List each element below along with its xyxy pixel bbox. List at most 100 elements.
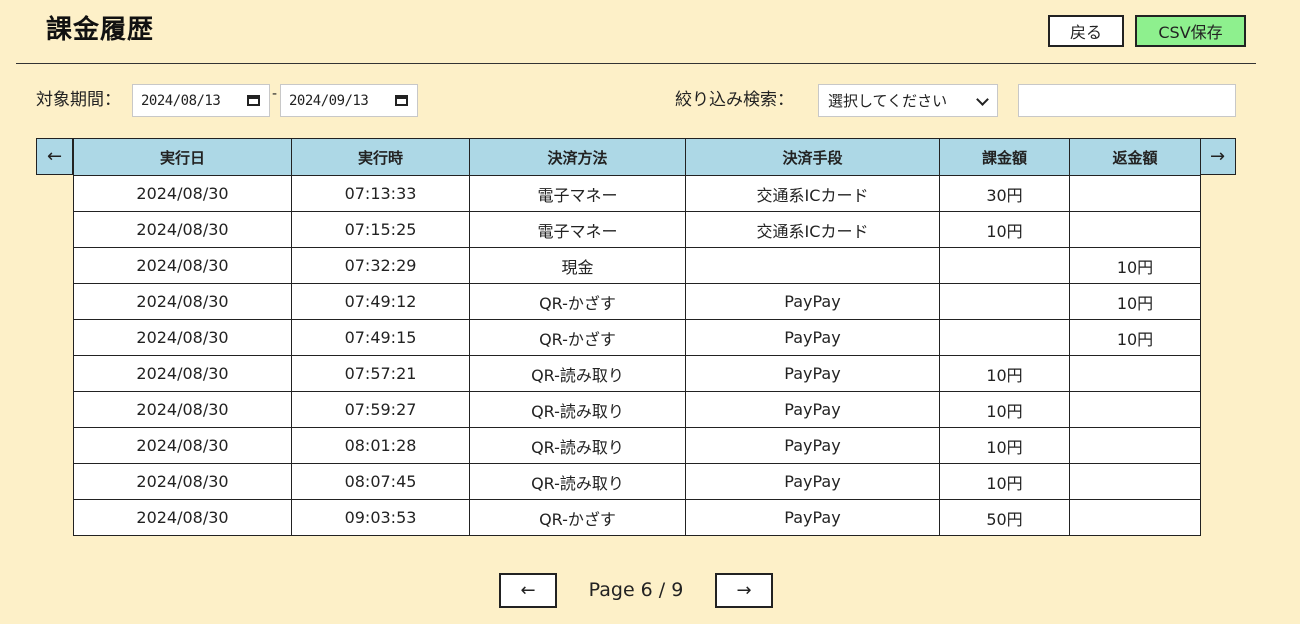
- cell-time: 08:07:45: [291, 463, 470, 500]
- cell-charge-amount: [939, 247, 1070, 284]
- cell-time: 07:57:21: [291, 355, 470, 392]
- column-scroll-right-button[interactable]: →: [1199, 138, 1236, 175]
- title-divider: [16, 63, 1256, 64]
- cell-payment-means: PayPay: [685, 355, 940, 392]
- cell-time: 07:49:12: [291, 283, 470, 320]
- filter-label: 絞り込み検索：: [675, 90, 794, 110]
- table-header-row: 実行日 実行時 決済方法 決済手段 課金額 返金額: [73, 138, 1201, 176]
- cell-payment-means: PayPay: [685, 463, 940, 500]
- next-page-button[interactable]: →: [715, 573, 773, 608]
- cell-charge-amount: 10円: [939, 427, 1070, 464]
- cell-date: 2024/08/30: [73, 247, 292, 284]
- cell-date: 2024/08/30: [73, 499, 292, 536]
- cell-refund-amount: [1069, 463, 1201, 500]
- cell-date: 2024/08/30: [73, 211, 292, 248]
- cell-payment-method: QR-かざす: [469, 499, 686, 536]
- cell-charge-amount: 10円: [939, 211, 1070, 248]
- back-button[interactable]: 戻る: [1048, 15, 1124, 47]
- cell-refund-amount: 10円: [1069, 283, 1201, 320]
- cell-refund-amount: [1069, 427, 1201, 464]
- calendar-icon[interactable]: [247, 95, 260, 106]
- cell-refund-amount: [1069, 175, 1201, 212]
- cell-charge-amount: [939, 283, 1070, 320]
- page-indicator: Page 6 / 9: [588, 579, 684, 601]
- cell-charge-amount: 10円: [939, 355, 1070, 392]
- cell-payment-method: QR-読み取り: [469, 427, 686, 464]
- column-header-payment-method: 決済方法: [469, 138, 686, 176]
- cell-date: 2024/08/30: [73, 391, 292, 428]
- cell-payment-method: QR-読み取り: [469, 463, 686, 500]
- table-row: 2024/08/30 07:32:29 現金 10円: [73, 247, 1201, 284]
- cell-time: 07:13:33: [291, 175, 470, 212]
- filter-select[interactable]: 選択してください: [818, 84, 998, 117]
- cell-refund-amount: 10円: [1069, 247, 1201, 284]
- cell-charge-amount: 10円: [939, 463, 1070, 500]
- cell-time: 07:15:25: [291, 211, 470, 248]
- table-body: 2024/08/30 07:13:33 電子マネー 交通系ICカード 30円 2024/0…: [73, 175, 1201, 536]
- previous-page-button[interactable]: ←: [499, 573, 557, 608]
- period-label: 対象期間：: [36, 90, 121, 110]
- cell-payment-means: PayPay: [685, 499, 940, 536]
- table-row: 2024/08/30 07:15:25 電子マネー 交通系ICカード 10円: [73, 211, 1201, 248]
- date-to-input[interactable]: 2024/09/13: [280, 84, 418, 117]
- cell-charge-amount: 10円: [939, 391, 1070, 428]
- cell-charge-amount: 30円: [939, 175, 1070, 212]
- cell-time: 08:01:28: [291, 427, 470, 464]
- table-row: 2024/08/30 08:01:28 QR-読み取り PayPay 10円: [73, 427, 1201, 464]
- cell-payment-method: QR-読み取り: [469, 391, 686, 428]
- date-separator: -: [272, 86, 278, 102]
- table-row: 2024/08/30 07:57:21 QR-読み取り PayPay 10円: [73, 355, 1201, 392]
- cell-time: 09:03:53: [291, 499, 470, 536]
- column-header-time: 実行時: [291, 138, 470, 176]
- column-header-charge-amount: 課金額: [939, 138, 1070, 176]
- cell-date: 2024/08/30: [73, 319, 292, 356]
- csv-save-button[interactable]: CSV保存: [1135, 15, 1246, 47]
- cell-payment-method: 現金: [469, 247, 686, 284]
- column-header-refund-amount: 返金額: [1069, 138, 1201, 176]
- cell-date: 2024/08/30: [73, 283, 292, 320]
- billing-history-table: 実行日 実行時 決済方法 決済手段 課金額 返金額 2024/08/30 07:1…: [73, 138, 1201, 536]
- cell-date: 2024/08/30: [73, 175, 292, 212]
- cell-charge-amount: [939, 319, 1070, 356]
- filter-search-input[interactable]: [1018, 84, 1236, 117]
- cell-payment-means: PayPay: [685, 391, 940, 428]
- chevron-down-icon: [976, 93, 989, 106]
- cell-payment-method: QR-かざす: [469, 319, 686, 356]
- table-row: 2024/08/30 07:13:33 電子マネー 交通系ICカード 30円: [73, 175, 1201, 212]
- cell-payment-means: PayPay: [685, 319, 940, 356]
- column-header-date: 実行日: [73, 138, 292, 176]
- cell-date: 2024/08/30: [73, 463, 292, 500]
- table-row: 2024/08/30 09:03:53 QR-かざす PayPay 50円: [73, 499, 1201, 536]
- calendar-icon[interactable]: [395, 95, 408, 106]
- cell-refund-amount: [1069, 355, 1201, 392]
- table-row: 2024/08/30 08:07:45 QR-読み取り PayPay 10円: [73, 463, 1201, 500]
- cell-time: 07:59:27: [291, 391, 470, 428]
- cell-payment-means: 交通系ICカード: [685, 211, 940, 248]
- date-from-input[interactable]: 2024/08/13: [132, 84, 270, 117]
- column-header-payment-means: 決済手段: [685, 138, 940, 176]
- table-row: 2024/08/30 07:49:12 QR-かざす PayPay 10円: [73, 283, 1201, 320]
- cell-refund-amount: 10円: [1069, 319, 1201, 356]
- cell-time: 07:49:15: [291, 319, 470, 356]
- column-scroll-left-button[interactable]: ←: [36, 138, 73, 175]
- cell-refund-amount: [1069, 391, 1201, 428]
- cell-payment-method: QR-読み取り: [469, 355, 686, 392]
- cell-payment-method: QR-かざす: [469, 283, 686, 320]
- cell-refund-amount: [1069, 499, 1201, 536]
- date-to-value: 2024/09/13: [289, 92, 369, 109]
- cell-refund-amount: [1069, 211, 1201, 248]
- date-from-value: 2024/08/13: [141, 92, 221, 109]
- cell-charge-amount: 50円: [939, 499, 1070, 536]
- cell-payment-means: PayPay: [685, 283, 940, 320]
- cell-payment-means: [685, 247, 940, 284]
- cell-payment-means: PayPay: [685, 427, 940, 464]
- cell-date: 2024/08/30: [73, 355, 292, 392]
- cell-payment-means: 交通系ICカード: [685, 175, 940, 212]
- table-row: 2024/08/30 07:49:15 QR-かざす PayPay 10円: [73, 319, 1201, 356]
- cell-payment-method: 電子マネー: [469, 175, 686, 212]
- filter-select-value: 選択してください: [828, 92, 948, 110]
- cell-date: 2024/08/30: [73, 427, 292, 464]
- table-row: 2024/08/30 07:59:27 QR-読み取り PayPay 10円: [73, 391, 1201, 428]
- cell-time: 07:32:29: [291, 247, 470, 284]
- cell-payment-method: 電子マネー: [469, 211, 686, 248]
